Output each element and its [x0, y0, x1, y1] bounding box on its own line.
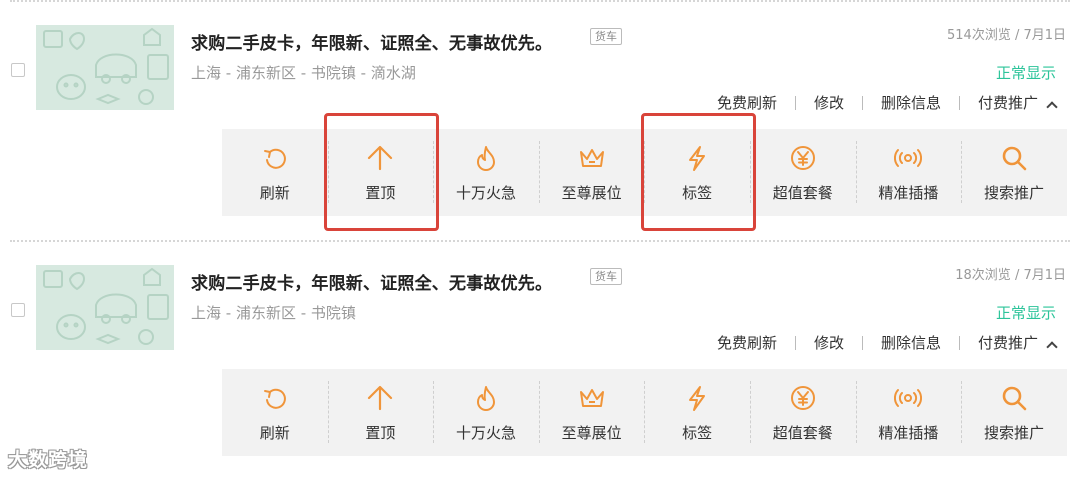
listing-actions: 免费刷新 修改 删除信息 付费推广 [717, 332, 1058, 353]
tool-targeted-insert[interactable]: 精准插播 [855, 369, 962, 456]
highlight-box-label [641, 113, 756, 231]
tool-label-text: 搜索推广 [983, 424, 1044, 442]
tool-label-text: 至尊展位 [561, 424, 622, 442]
status-badge: 正常显示 [995, 304, 1056, 322]
delete-link[interactable]: 删除信息 [881, 92, 941, 113]
tool-label-text: 十万火急 [455, 184, 516, 202]
crown-icon [577, 143, 607, 173]
listing-title[interactable]: 求购二手皮卡，年限新、证照全、无事故优先。 [191, 29, 552, 54]
flame-icon [471, 143, 501, 173]
paid-promo-toggle[interactable]: 付费推广 [977, 332, 1058, 353]
tool-value-package[interactable]: 超值套餐 [749, 129, 856, 216]
crown-icon [577, 383, 607, 413]
divider [794, 95, 796, 110]
listing-location: 上海 - 浦东新区 - 书院镇 - 滴水湖 [191, 64, 416, 82]
promo-toolbar: 刷新 置顶 十万火急 至尊展位 标签 超值套餐 精准插播 搜索推广 [222, 369, 1067, 456]
paid-promo-toggle[interactable]: 付费推广 [977, 92, 1058, 113]
tool-refresh[interactable]: 刷新 [222, 129, 328, 216]
tool-label-text: 精准插播 [878, 184, 939, 202]
search-icon [999, 143, 1029, 173]
paid-promo-label: 付费推广 [977, 94, 1038, 112]
tool-search-promo[interactable]: 搜索推广 [961, 129, 1067, 216]
tool-label-text: 十万火急 [455, 424, 516, 442]
tool-label-text: 超值套餐 [772, 184, 833, 202]
tool-premium-spot[interactable]: 至尊展位 [538, 369, 645, 456]
view-count-date: 18次浏览 / 7月1日 [955, 268, 1066, 283]
listing-location: 上海 - 浦东新区 - 书院镇 [191, 304, 356, 322]
highlight-box-top [324, 113, 439, 231]
tool-targeted-insert[interactable]: 精准插播 [855, 129, 962, 216]
tool-label-text: 刷新 [259, 184, 290, 202]
listing-actions: 免费刷新 修改 删除信息 付费推广 [717, 92, 1058, 113]
tool-refresh[interactable]: 刷新 [222, 369, 328, 456]
broadcast-icon [893, 143, 923, 173]
broadcast-icon [893, 383, 923, 413]
tool-label-text: 精准插播 [878, 424, 939, 442]
arrow-up-icon [365, 383, 395, 413]
listing-card: 求购二手皮卡，年限新、证照全、无事故优先。 货车 上海 - 浦东新区 - 书院镇… [0, 0, 1080, 230]
tool-urgent[interactable]: 十万火急 [433, 369, 539, 456]
edit-link[interactable]: 修改 [814, 92, 844, 113]
free-refresh-link[interactable]: 免费刷新 [717, 92, 777, 113]
tool-label-text: 超值套餐 [772, 424, 833, 442]
delete-link[interactable]: 删除信息 [881, 332, 941, 353]
listing-thumbnail[interactable] [36, 265, 174, 350]
search-icon [999, 383, 1029, 413]
listing-title[interactable]: 求购二手皮卡，年限新、证照全、无事故优先。 [191, 269, 552, 294]
watermark: 大数跨境 [8, 449, 89, 471]
tool-pin-top[interactable]: 置顶 [327, 369, 434, 456]
edit-link[interactable]: 修改 [814, 332, 844, 353]
tool-label-text: 标签 [682, 424, 713, 442]
refresh-icon [260, 143, 290, 173]
tool-label-text: 搜索推广 [983, 184, 1044, 202]
listing-thumbnail[interactable] [36, 25, 174, 110]
chevron-up-icon [1046, 341, 1058, 353]
divider [861, 95, 863, 110]
yen-icon [788, 383, 818, 413]
view-count-date: 514次浏览 / 7月1日 [947, 28, 1066, 43]
divider [958, 335, 960, 350]
paid-promo-label: 付费推广 [977, 334, 1038, 352]
tool-search-promo[interactable]: 搜索推广 [961, 369, 1067, 456]
listing-card: 求购二手皮卡，年限新、证照全、无事故优先。 货车 上海 - 浦东新区 - 书院镇… [0, 240, 1080, 470]
tool-label-text: 置顶 [365, 424, 396, 442]
divider [958, 95, 960, 110]
divider [861, 335, 863, 350]
select-checkbox[interactable] [11, 63, 25, 77]
tool-premium-spot[interactable]: 至尊展位 [538, 129, 645, 216]
divider [794, 335, 796, 350]
tool-label-text: 刷新 [259, 424, 290, 442]
category-tag: 货车 [590, 268, 622, 285]
select-checkbox[interactable] [11, 303, 25, 317]
tool-urgent[interactable]: 十万火急 [433, 129, 539, 216]
yen-icon [788, 143, 818, 173]
chevron-up-icon [1046, 101, 1058, 113]
status-badge: 正常显示 [995, 64, 1056, 82]
tool-label[interactable]: 标签 [644, 369, 750, 456]
flame-icon [471, 383, 501, 413]
refresh-icon [260, 383, 290, 413]
tool-value-package[interactable]: 超值套餐 [749, 369, 856, 456]
free-refresh-link[interactable]: 免费刷新 [717, 332, 777, 353]
lightning-icon [682, 383, 712, 413]
category-tag: 货车 [590, 28, 622, 45]
tool-label-text: 至尊展位 [561, 184, 622, 202]
